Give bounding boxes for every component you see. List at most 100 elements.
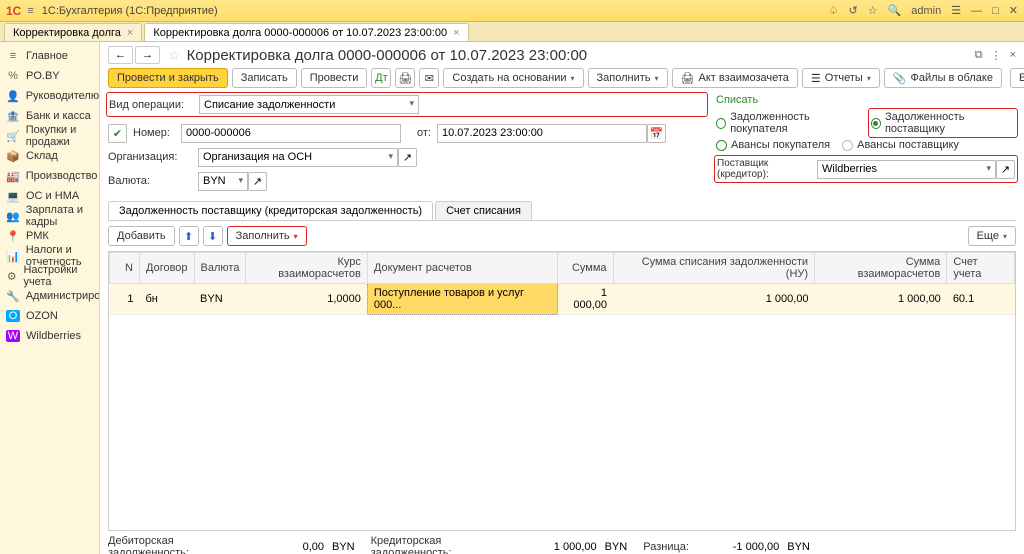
close-icon[interactable]: × bbox=[1010, 49, 1016, 61]
print-icon: 🖨 bbox=[681, 72, 695, 85]
person-icon: 👤 bbox=[6, 90, 20, 103]
number-label: Номер: bbox=[133, 127, 181, 139]
sidebar-item-taxes[interactable]: 📊Налоги и отчетность bbox=[0, 246, 99, 266]
act-button[interactable]: 🖨Акт взаимозачета bbox=[672, 68, 798, 88]
cell-docr[interactable]: Поступление товаров и услуг 000... bbox=[367, 284, 558, 315]
pin-icon: 📍 bbox=[6, 230, 20, 243]
menu-icon[interactable]: ≡ bbox=[27, 5, 33, 17]
minimize-icon[interactable]: — bbox=[971, 5, 982, 17]
calendar-icon[interactable]: 📅 bbox=[647, 124, 666, 143]
diff-cur: BYN bbox=[787, 541, 810, 553]
bell-icon[interactable]: ♤ bbox=[829, 4, 839, 17]
clip-icon: 📎 bbox=[893, 72, 907, 85]
files-button[interactable]: 📎Файлы в облаке bbox=[884, 68, 1002, 88]
sidebar-item-settings[interactable]: ⚙Настройки учета bbox=[0, 266, 99, 286]
home-icon: ≡ bbox=[6, 50, 20, 62]
col-currency[interactable]: Валюта bbox=[194, 253, 246, 284]
cell-summut[interactable]: 1 000,00 bbox=[815, 284, 947, 315]
user-menu-icon[interactable]: ☰ bbox=[951, 4, 961, 17]
table: N Договор Валюта Курс взаиморасчетов Док… bbox=[108, 251, 1016, 531]
forward-button[interactable]: → bbox=[135, 46, 160, 64]
content: ← → ☆ Корректировка долга 0000-000006 от… bbox=[100, 42, 1024, 554]
box-icon: 📦 bbox=[6, 150, 20, 163]
more-table-button[interactable]: Еще▾ bbox=[968, 226, 1016, 246]
search-icon[interactable]: 🔍 bbox=[888, 4, 902, 17]
radio-debtor[interactable]: Задолженность покупателя bbox=[716, 110, 858, 136]
org-select[interactable]: Организация на ОСН bbox=[198, 148, 398, 167]
close-icon[interactable]: × bbox=[127, 27, 133, 39]
sidebar-item-admin[interactable]: 🔧Администрирование bbox=[0, 286, 99, 306]
app-logo: 1C bbox=[6, 4, 21, 18]
col-contract[interactable]: Договор bbox=[140, 253, 195, 284]
email-icon[interactable]: ✉ bbox=[419, 68, 439, 88]
table-row[interactable]: 1 бн BYN 1,0000 Поступление товаров и ус… bbox=[110, 284, 1015, 315]
sidebar-item-production[interactable]: 🏭Производство bbox=[0, 166, 99, 186]
fill-button[interactable]: Заполнить▾ bbox=[588, 68, 668, 88]
sidebar-item-manager[interactable]: 👤Руководителю bbox=[0, 86, 99, 106]
currency-select[interactable]: BYN bbox=[198, 172, 248, 191]
sidebar-item-assets[interactable]: 💻ОС и НМА bbox=[0, 186, 99, 206]
sidebar-item-bank[interactable]: 🏦Банк и касса bbox=[0, 106, 99, 126]
add-button[interactable]: Добавить bbox=[108, 226, 175, 246]
cell-sum[interactable]: 1 000,00 bbox=[558, 284, 613, 315]
close-icon[interactable]: × bbox=[453, 27, 459, 39]
open-icon[interactable]: ↗ bbox=[996, 160, 1015, 179]
bank-icon: 🏦 bbox=[6, 110, 20, 123]
more-button[interactable]: Еще▾ bbox=[1010, 68, 1024, 88]
sidebar-item-sales[interactable]: 🛒Покупки и продажи bbox=[0, 126, 99, 146]
sidebar-item-rmk[interactable]: 📍РМК bbox=[0, 226, 99, 246]
move-down-button[interactable]: ⬇ bbox=[203, 226, 223, 246]
supplier-select[interactable]: Wildberries bbox=[817, 160, 996, 179]
tab-list[interactable]: Корректировка долга × bbox=[4, 23, 142, 41]
col-acct[interactable]: Счет учета bbox=[947, 253, 1015, 284]
reports-button[interactable]: ☰Отчеты▾ bbox=[802, 68, 880, 88]
maximize-icon[interactable]: □ bbox=[992, 5, 999, 17]
menu-dots-icon[interactable]: ⋮ bbox=[991, 49, 1002, 62]
radio-adv-supplier[interactable]: Авансы поставщику bbox=[842, 139, 959, 151]
history-icon[interactable]: ↺ bbox=[848, 4, 857, 17]
open-icon[interactable]: ↗ bbox=[248, 172, 267, 191]
tab-document[interactable]: Корректировка долга 0000-000006 от 10.07… bbox=[144, 23, 468, 41]
move-up-button[interactable]: ⬆ bbox=[179, 226, 199, 246]
sidebar-item-poby[interactable]: %PO.BY bbox=[0, 66, 99, 86]
col-sum[interactable]: Сумма bbox=[558, 253, 613, 284]
post-button[interactable]: Провести bbox=[301, 68, 368, 88]
operation-select[interactable]: Списание задолженности bbox=[199, 95, 419, 114]
cell-rate[interactable]: 1,0000 bbox=[246, 284, 367, 315]
sidebar-item-wb[interactable]: WWildberries bbox=[0, 326, 99, 346]
cell-contract[interactable]: бн bbox=[140, 284, 195, 315]
back-button[interactable]: ← bbox=[108, 46, 133, 64]
subtab-account[interactable]: Счет списания bbox=[435, 201, 532, 220]
save-button[interactable]: Записать bbox=[232, 68, 297, 88]
link-icon[interactable]: ⧉ bbox=[975, 49, 983, 62]
col-rate[interactable]: Курс взаиморасчетов bbox=[246, 253, 367, 284]
cred-label: Кредиторская задолженность: bbox=[371, 535, 521, 554]
col-n[interactable]: N bbox=[110, 253, 140, 284]
date-input[interactable]: 10.07.2023 23:00:00 bbox=[437, 124, 647, 143]
sidebar-item-salary[interactable]: 👥Зарплата и кадры bbox=[0, 206, 99, 226]
sidebar-item-main[interactable]: ≡Главное bbox=[0, 46, 99, 66]
print-icon[interactable]: 🖨 bbox=[395, 68, 415, 88]
open-icon[interactable]: ↗ bbox=[398, 148, 417, 167]
number-input[interactable]: 0000-000006 bbox=[181, 124, 401, 143]
wb-icon: W bbox=[6, 330, 20, 342]
col-summut[interactable]: Сумма взаиморасчетов bbox=[815, 253, 947, 284]
col-docr[interactable]: Документ расчетов bbox=[367, 253, 558, 284]
sidebar-item-warehouse[interactable]: 📦Склад bbox=[0, 146, 99, 166]
radio-creditor[interactable]: Задолженность поставщику bbox=[868, 108, 1018, 138]
sidebar-item-ozon[interactable]: OOZON bbox=[0, 306, 99, 326]
fill-table-button[interactable]: Заполнить▾ bbox=[227, 226, 307, 246]
cell-currency[interactable]: BYN bbox=[194, 284, 246, 315]
create-based-button[interactable]: Создать на основании▾ bbox=[443, 68, 583, 88]
col-sumwo[interactable]: Сумма списания задолженности (НУ) bbox=[613, 253, 815, 284]
radio-adv-buyer[interactable]: Авансы покупателя bbox=[716, 139, 830, 151]
star-icon[interactable]: ☆ bbox=[868, 4, 878, 17]
dt-kt-icon[interactable]: Дт bbox=[371, 68, 391, 88]
subtab-debt[interactable]: Задолженность поставщику (кредиторская з… bbox=[108, 201, 433, 220]
deb-value: 0,00 bbox=[248, 541, 328, 553]
cell-acct[interactable]: 60.1 bbox=[947, 284, 1015, 315]
close-icon[interactable]: ✕ bbox=[1009, 4, 1018, 17]
favorite-icon[interactable]: ☆ bbox=[168, 47, 181, 64]
post-close-button[interactable]: Провести и закрыть bbox=[108, 68, 228, 88]
cell-sumwo[interactable]: 1 000,00 bbox=[613, 284, 815, 315]
